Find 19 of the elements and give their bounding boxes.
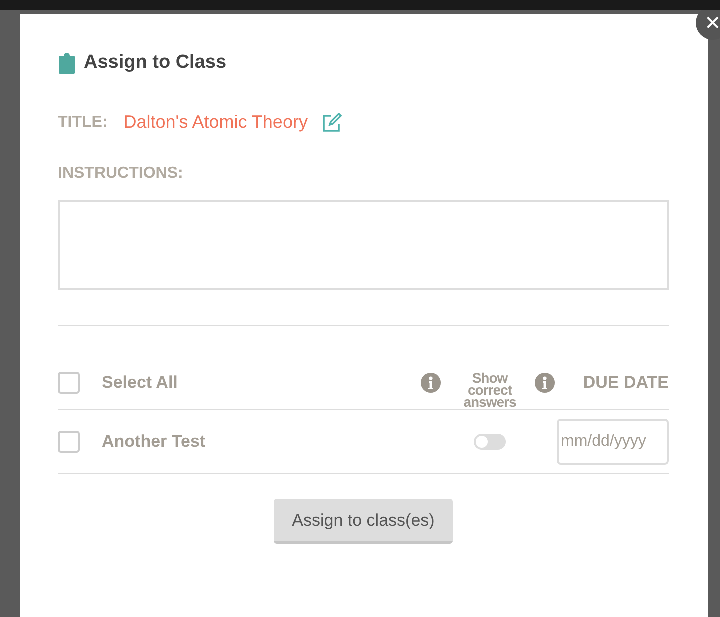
select-all-checkbox[interactable] [58, 372, 80, 394]
due-date-heading: DUE DATE [582, 372, 669, 392]
show-answers-toggle[interactable] [474, 434, 506, 450]
title-value: Dalton's Atomic Theory [124, 112, 308, 133]
assign-button[interactable]: Assign to class(es) [274, 499, 453, 544]
class-checkbox[interactable] [58, 430, 80, 452]
show-answers-heading: Show correct answers [462, 372, 518, 408]
clipboard-icon [58, 52, 76, 74]
info-icon[interactable] [535, 372, 555, 392]
class-name: Another Test [102, 432, 207, 452]
select-all-label: Select All [102, 372, 179, 392]
close-button[interactable]: ✕ [696, 10, 720, 40]
edit-icon[interactable] [322, 112, 342, 132]
info-icon[interactable] [421, 372, 441, 392]
instructions-label: INSTRUCTIONS: [58, 165, 184, 183]
due-date-field[interactable]: mm/dd/yyyy [557, 418, 669, 464]
instructions-field[interactable] [58, 200, 669, 290]
dialog-title: Assign to Class [84, 52, 227, 74]
title-label: TITLE: [58, 114, 108, 132]
